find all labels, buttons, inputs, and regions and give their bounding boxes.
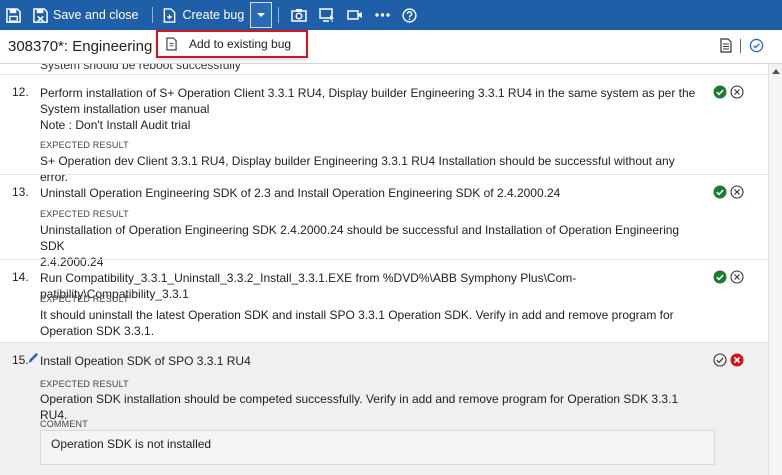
save-and-close-button[interactable]: Save and close <box>33 0 138 30</box>
scroll-up-arrow-icon[interactable] <box>772 68 780 74</box>
toolbar-separator <box>152 7 154 23</box>
expected-result-text: It should uninstall the latest Operation… <box>40 308 674 338</box>
test-step-15[interactable]: 15. Install Opeation SDK of SPO 3.3.1 RU… <box>0 342 768 475</box>
expected-result-label: EXPECTED RESULT <box>40 209 129 219</box>
more-options-button[interactable] <box>375 0 391 30</box>
step-status <box>713 85 744 99</box>
header-actions <box>720 38 764 53</box>
toolbar-separator <box>278 7 280 23</box>
help-button[interactable] <box>402 0 417 30</box>
chevron-down-icon <box>257 13 266 17</box>
help-icon <box>402 7 417 23</box>
header-bar: 308370*: Engineering <box>0 30 782 64</box>
capture-actions-button[interactable] <box>319 0 335 30</box>
create-bug-icon <box>163 7 176 23</box>
expected-result-label: EXPECTED RESULT <box>40 379 129 389</box>
add-bug-icon <box>166 37 177 51</box>
save-button[interactable] <box>6 0 21 30</box>
step-number: 13. <box>12 185 29 199</box>
step-status <box>713 353 744 367</box>
step-status <box>713 185 744 199</box>
step-status <box>713 270 744 284</box>
step-action: Run Compatibility_3.3.1_Uninstall_3.3.2_… <box>40 271 577 301</box>
save-close-icon <box>33 7 48 23</box>
step-action: Uninstall Operation Engineering SDK of 2… <box>40 186 561 200</box>
previous-step-expected-text: System should be reboot successfully <box>40 64 241 72</box>
edit-icon <box>28 352 39 363</box>
pass-icon[interactable] <box>713 353 727 367</box>
expected-result-label: EXPECTED RESULT <box>40 140 129 150</box>
document-icon[interactable] <box>720 38 732 53</box>
pass-icon[interactable] <box>713 270 727 284</box>
comment-field[interactable]: Operation SDK is not installed <box>40 430 715 465</box>
video-icon <box>347 10 363 20</box>
toolbar: Save and close Create bug <box>0 0 782 30</box>
expected-result-label: EXPECTED RESULT <box>40 294 129 304</box>
fail-icon[interactable] <box>730 353 744 367</box>
check-circle-icon[interactable] <box>749 38 764 53</box>
test-steps-list: System should be reboot successfully 12.… <box>0 64 768 475</box>
save-and-close-label: Save and close <box>53 8 139 22</box>
menu-item-add-to-existing-bug[interactable]: Add to existing bug <box>189 37 291 51</box>
record-video-button[interactable] <box>347 0 363 30</box>
save-icon <box>6 7 21 23</box>
test-step-13[interactable]: 13. Uninstall Operation Engineering SDK … <box>0 174 768 269</box>
fail-icon[interactable] <box>730 185 744 199</box>
camera-icon <box>291 9 308 22</box>
more-icon <box>375 13 391 17</box>
vertical-scrollbar[interactable] <box>768 64 782 475</box>
pass-icon[interactable] <box>713 85 727 99</box>
create-bug-dropdown[interactable] <box>250 2 273 28</box>
capture-screenshot-button[interactable] <box>291 0 308 30</box>
step-number: 12. <box>12 85 29 99</box>
create-bug-button[interactable]: Create bug <box>163 0 244 30</box>
page-title: 308370*: Engineering <box>8 38 153 55</box>
expected-result-text: Operation SDK installation should be com… <box>40 392 679 422</box>
step-action: Install Opeation SDK of SPO 3.3.1 RU4 <box>40 354 251 368</box>
pass-icon[interactable] <box>713 185 727 199</box>
screen-record-icon <box>319 7 335 22</box>
create-bug-label: Create bug <box>182 8 245 22</box>
step-number: 15. <box>12 353 29 367</box>
step-action: Perform installation of S+ Operation Cli… <box>40 86 696 132</box>
comment-label: COMMENT <box>40 419 88 429</box>
test-step-12[interactable]: 12. Perform installation of S+ Operation… <box>0 74 768 184</box>
fail-icon[interactable] <box>730 85 744 99</box>
step-number: 14. <box>12 270 29 284</box>
create-bug-menu: Add to existing bug <box>156 30 308 58</box>
header-divider <box>740 38 741 53</box>
test-step-14[interactable]: 14. Run Compatibility_3.3.1_Uninstall_3.… <box>0 259 768 342</box>
fail-icon[interactable] <box>730 270 744 284</box>
